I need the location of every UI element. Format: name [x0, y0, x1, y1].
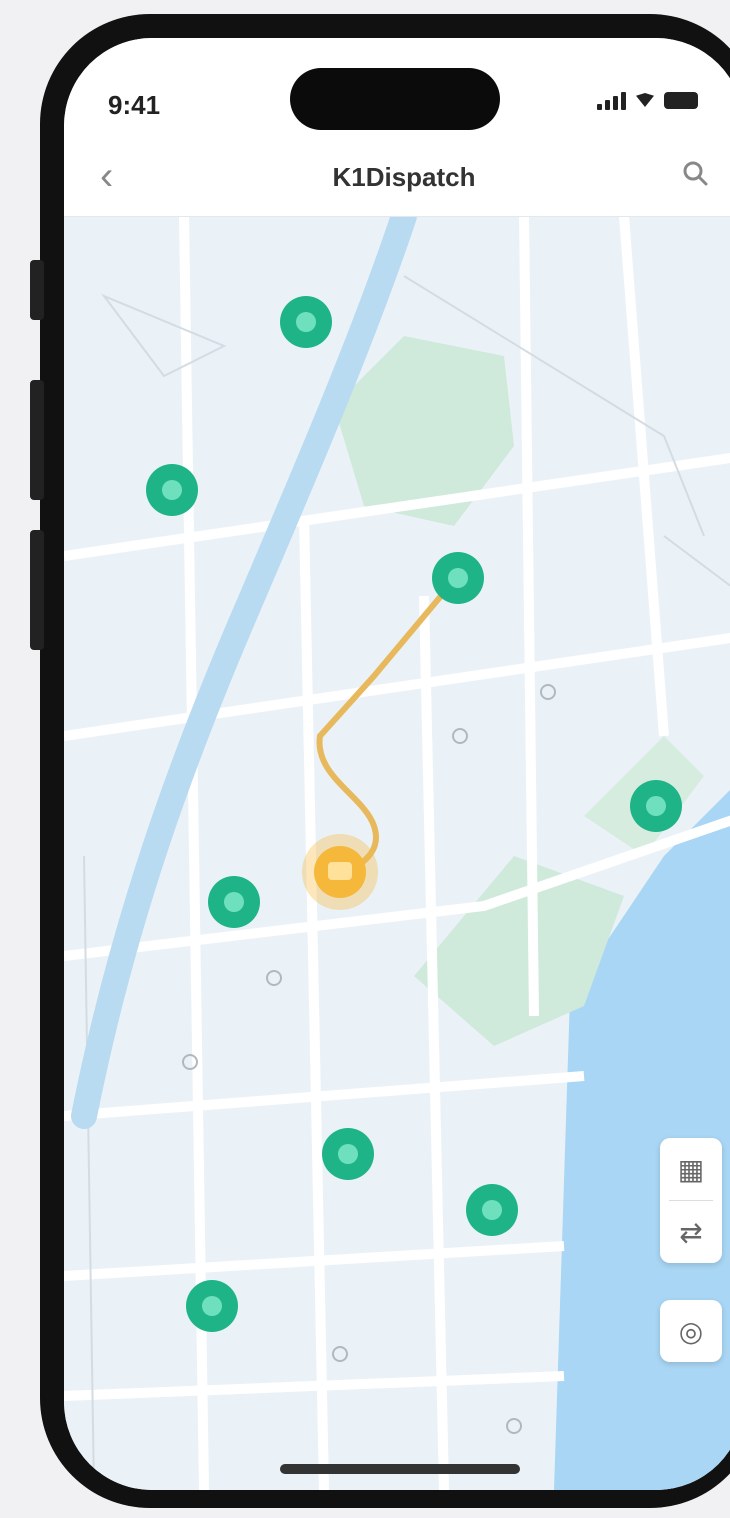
charging-station[interactable] — [146, 464, 198, 516]
charging-station[interactable] — [630, 780, 682, 832]
status-time: 9:41 — [108, 90, 161, 120]
home-indicator[interactable] — [280, 1464, 520, 1474]
search-icon[interactable] — [682, 160, 708, 186]
signal-icon — [597, 90, 626, 110]
charging-station[interactable] — [186, 1280, 238, 1332]
traffic-icon[interactable]: ⇄ — [660, 1201, 722, 1263]
page-title: K1Dispatch — [332, 162, 476, 192]
layers-icon[interactable]: ▦ — [660, 1138, 722, 1200]
phone-action-button — [30, 260, 44, 320]
map-canvas[interactable] — [64, 216, 730, 1490]
vehicle-marker[interactable] — [302, 834, 378, 910]
top-nav-bar: ‹ K1Dispatch — [64, 138, 730, 217]
dynamic-island — [290, 68, 500, 130]
map-locate-control: ◎ — [660, 1300, 722, 1362]
map-view[interactable] — [64, 216, 730, 1490]
locate-icon[interactable]: ◎ — [660, 1300, 722, 1362]
charging-station[interactable] — [280, 296, 332, 348]
battery-icon — [664, 91, 698, 109]
charging-station[interactable] — [432, 552, 484, 604]
phone-volume-down-button — [30, 530, 44, 650]
status-icons — [597, 90, 698, 110]
phone-screen: 9:41 ‹ K1Dispatch ▦ ⇄ ◎ — [64, 38, 730, 1490]
map-layer-controls: ▦ ⇄ — [660, 1138, 722, 1263]
phone-volume-up-button — [30, 380, 44, 500]
charging-station[interactable] — [466, 1184, 518, 1236]
charging-station[interactable] — [322, 1128, 374, 1180]
charging-station[interactable] — [208, 876, 260, 928]
wifi-icon — [636, 93, 654, 107]
